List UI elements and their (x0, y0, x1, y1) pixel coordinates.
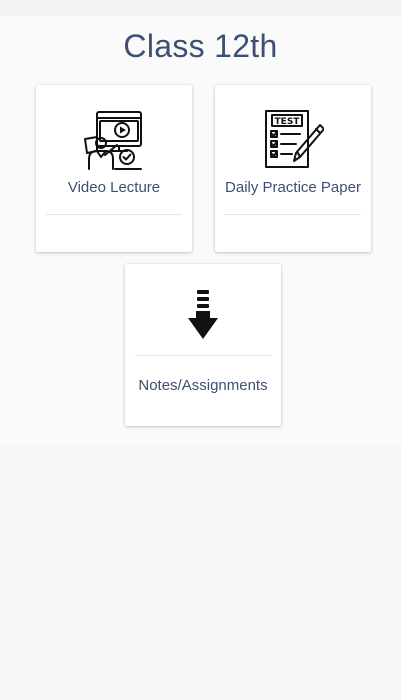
download-arrow-icon (186, 288, 220, 347)
test-icon-text: TEST (275, 117, 301, 127)
video-lecture-label: Video Lecture (67, 179, 161, 196)
status-bar-area (0, 0, 401, 16)
main-content: Class 12th Video Lecture TEST Daily Prac… (0, 16, 401, 444)
video-lecture-card[interactable]: Video Lecture (36, 85, 192, 252)
notes-assignments-card[interactable]: Notes/Assignments (125, 264, 281, 426)
card-divider (135, 355, 271, 356)
card-divider (225, 214, 361, 215)
card-divider (46, 214, 182, 215)
daily-practice-paper-card[interactable]: TEST Daily Practice Paper (215, 85, 371, 252)
video-lecture-icon (83, 109, 145, 176)
notes-assignments-label: Notes/Assignments (138, 377, 268, 394)
test-paper-icon: TEST (262, 109, 325, 176)
page-title: Class 12th (123, 28, 278, 64)
daily-practice-paper-label: Daily Practice Paper (225, 179, 361, 196)
